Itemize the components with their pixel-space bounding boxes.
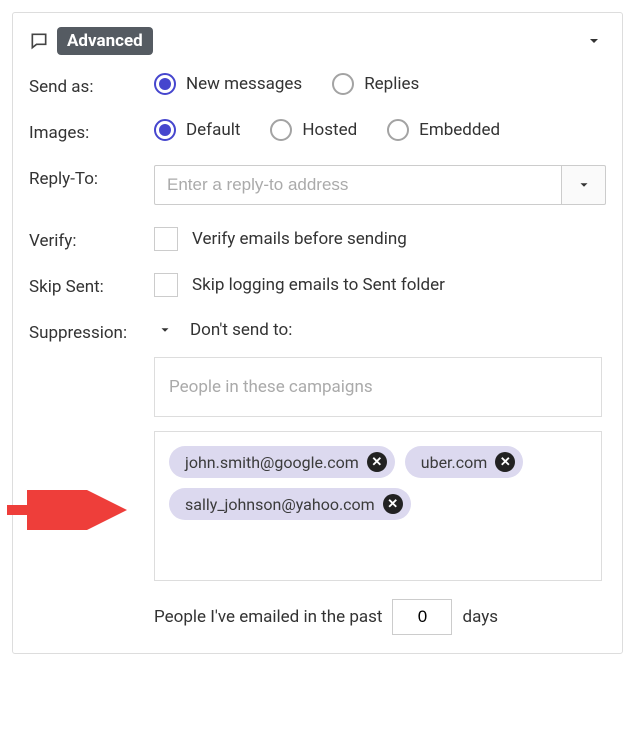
- suppression-days-row: People I've emailed in the past days: [154, 599, 602, 635]
- panel-collapse-toggle[interactable]: [582, 29, 606, 53]
- days-suffix: days: [462, 607, 498, 627]
- reply-to-label: Reply-To:: [29, 165, 154, 189]
- suppression-chips-box[interactable]: john.smith@google.com ✕ uber.com ✕ sally…: [154, 431, 602, 581]
- images-hosted[interactable]: Hosted: [270, 119, 357, 141]
- skip-sent-label: Skip Sent:: [29, 273, 154, 297]
- images-default[interactable]: Default: [154, 119, 240, 141]
- chip-remove-button[interactable]: ✕: [383, 494, 403, 514]
- radio-label: New messages: [186, 74, 302, 94]
- send-as-label: Send as:: [29, 73, 154, 97]
- campaigns-placeholder: People in these campaigns: [169, 377, 373, 397]
- send-as-row: Send as: New messages Replies: [29, 73, 606, 97]
- images-label: Images:: [29, 119, 154, 143]
- radio-icon: [387, 119, 409, 141]
- suppression-heading: Don't send to:: [190, 320, 292, 340]
- images-options: Default Hosted Embedded: [154, 119, 606, 141]
- skip-sent-checkbox[interactable]: [154, 273, 178, 297]
- chip-text: sally_johnson@yahoo.com: [185, 495, 375, 514]
- suppression-campaigns-input[interactable]: People in these campaigns: [154, 357, 602, 417]
- verify-text: Verify emails before sending: [192, 229, 407, 249]
- verify-checkbox[interactable]: [154, 227, 178, 251]
- reply-to-dropdown-button[interactable]: [562, 165, 606, 205]
- images-row: Images: Default Hosted Embedded: [29, 119, 606, 143]
- suppression-chip: sally_johnson@yahoo.com ✕: [169, 488, 411, 520]
- days-prefix: People I've emailed in the past: [154, 607, 382, 627]
- radio-icon: [270, 119, 292, 141]
- radio-icon: [154, 119, 176, 141]
- send-as-replies[interactable]: Replies: [332, 73, 419, 95]
- radio-label: Default: [186, 120, 240, 140]
- suppression-days-input[interactable]: [392, 599, 452, 635]
- chevron-down-icon: [158, 323, 172, 337]
- chip-remove-button[interactable]: ✕: [367, 452, 387, 472]
- radio-label: Embedded: [419, 120, 500, 140]
- skip-sent-text: Skip logging emails to Sent folder: [192, 275, 445, 295]
- radio-label: Replies: [364, 74, 419, 94]
- send-as-new-messages[interactable]: New messages: [154, 73, 302, 95]
- suppression-label: Suppression:: [29, 319, 154, 343]
- suppression-chip: uber.com ✕: [405, 446, 524, 478]
- suppression-block: People in these campaigns john.smith@goo…: [154, 357, 602, 635]
- radio-icon: [332, 73, 354, 95]
- radio-label: Hosted: [302, 120, 357, 140]
- panel-title-badge: Advanced: [57, 27, 153, 55]
- chip-remove-button[interactable]: ✕: [495, 452, 515, 472]
- radio-icon: [154, 73, 176, 95]
- images-embedded[interactable]: Embedded: [387, 119, 500, 141]
- verify-label: Verify:: [29, 227, 154, 251]
- panel-header-left: Advanced: [29, 27, 153, 55]
- chip-text: john.smith@google.com: [185, 453, 359, 472]
- advanced-panel: Advanced Send as: New messages Replies I…: [12, 12, 623, 654]
- verify-row: Verify: Verify emails before sending: [29, 227, 606, 251]
- suppression-row: Suppression: Don't send to:: [29, 319, 606, 343]
- comment-icon: [29, 31, 49, 51]
- panel-header: Advanced: [29, 27, 606, 55]
- chip-text: uber.com: [421, 453, 488, 472]
- suppression-toggle[interactable]: [154, 319, 176, 341]
- reply-to-input[interactable]: [154, 165, 562, 205]
- skip-sent-row: Skip Sent: Skip logging emails to Sent f…: [29, 273, 606, 297]
- send-as-options: New messages Replies: [154, 73, 606, 95]
- reply-to-row: Reply-To:: [29, 165, 606, 205]
- suppression-chip: john.smith@google.com ✕: [169, 446, 395, 478]
- chevron-down-icon: [577, 178, 591, 192]
